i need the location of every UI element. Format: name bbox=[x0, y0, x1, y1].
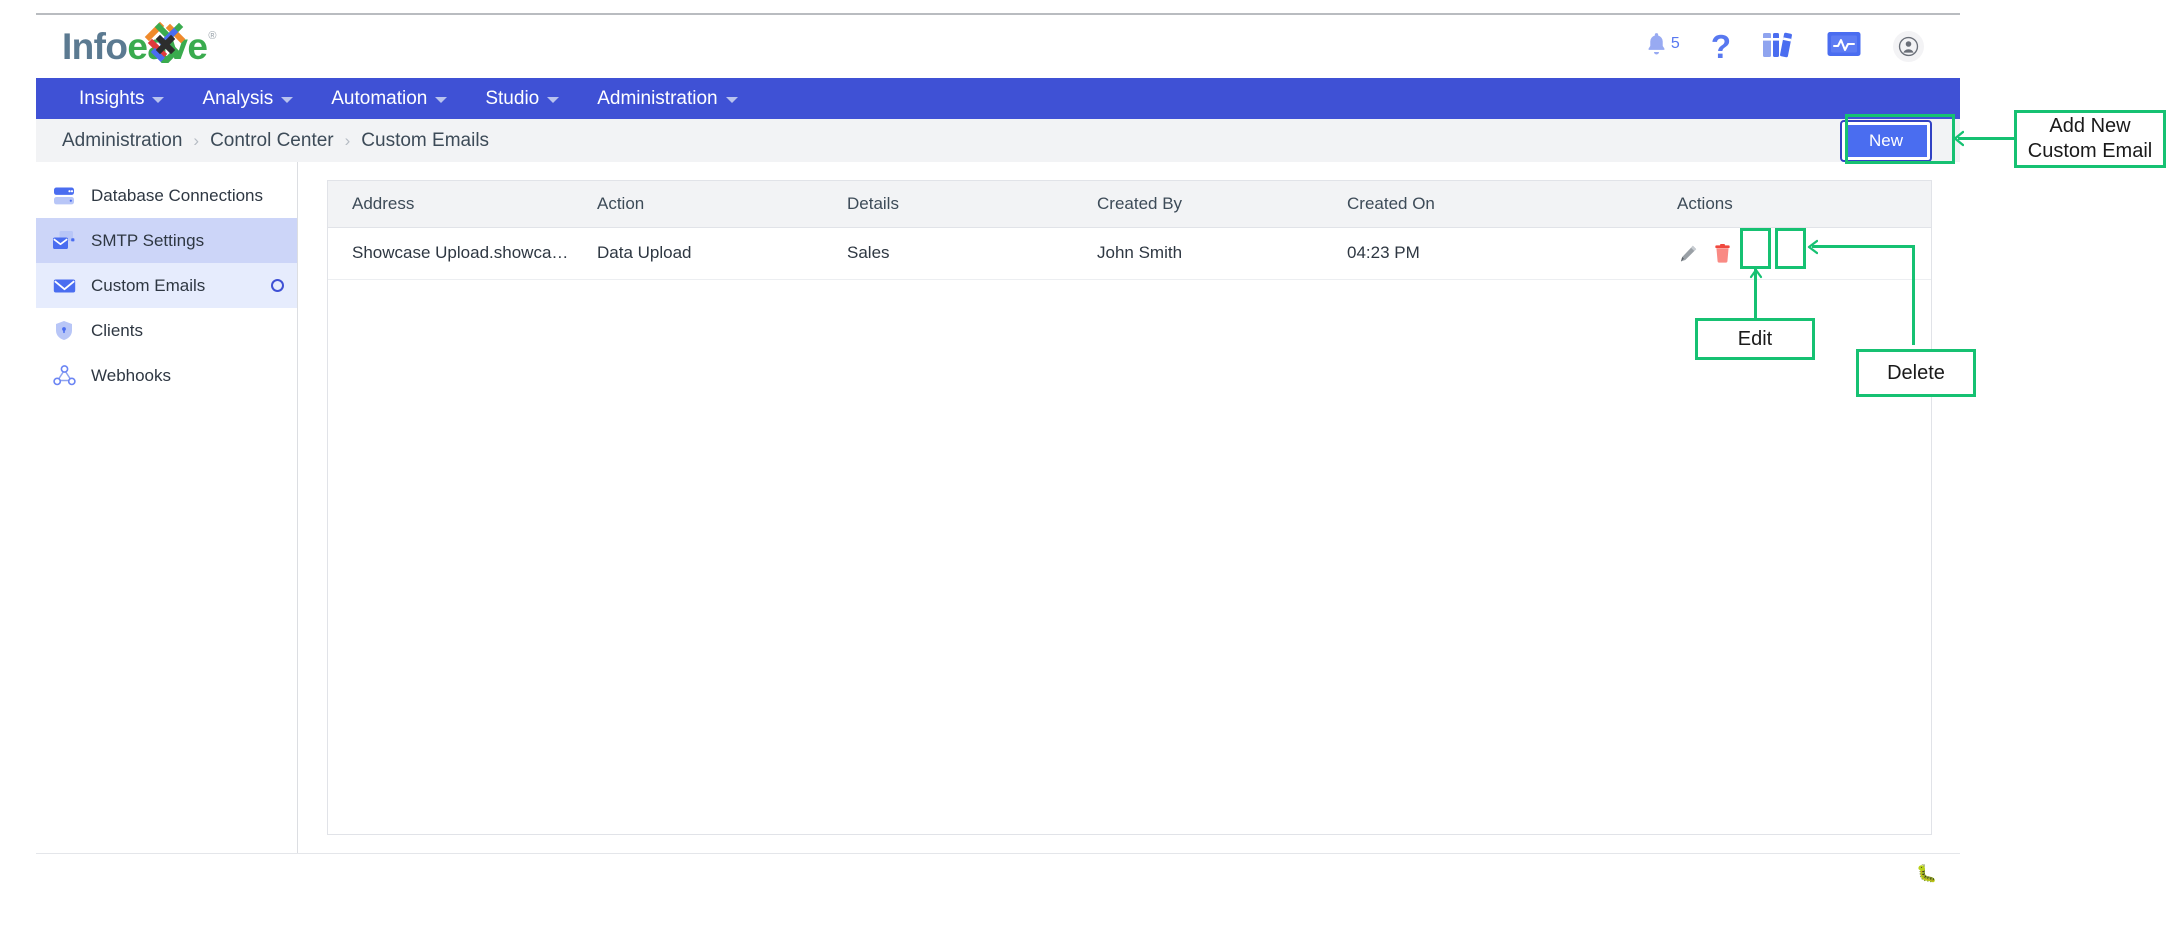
nav-label: Automation bbox=[331, 87, 428, 109]
annotation-connector-delete-horizontal bbox=[1812, 245, 1915, 248]
cell-created-on: 04:23 PM bbox=[1323, 227, 1653, 280]
infoweave-logo[interactable]: Info eave ® bbox=[62, 21, 217, 68]
cell-action: Data Upload bbox=[573, 227, 823, 280]
sidebar-item-label: Webhooks bbox=[91, 365, 172, 385]
monitor-activity-icon bbox=[1826, 30, 1862, 63]
annotation-arrowhead-add-new bbox=[1952, 130, 1965, 147]
chevron-down-icon bbox=[281, 97, 294, 103]
bug-icon[interactable]: 🐛 bbox=[1916, 865, 1937, 882]
annotation-box-edit-icon bbox=[1740, 228, 1771, 269]
annotation-label-delete: Delete bbox=[1856, 349, 1976, 397]
notifications-button[interactable]: 5 bbox=[1644, 31, 1680, 63]
breadcrumb-item-control-center[interactable]: Control Center bbox=[210, 130, 334, 152]
nav-item-automation[interactable]: Automation bbox=[312, 78, 466, 119]
annotation-arrowhead-delete bbox=[1806, 239, 1819, 255]
custom-emails-table-card: Address Action Details Created By Create… bbox=[327, 180, 1932, 835]
brand-header: Info eave ® 5 ? bbox=[36, 15, 1960, 78]
selected-indicator-ring-icon bbox=[271, 279, 284, 292]
table-header-row: Address Action Details Created By Create… bbox=[328, 181, 1931, 228]
sidebar-item-label: Database Connections bbox=[91, 185, 264, 205]
activity-monitor-button[interactable] bbox=[1826, 30, 1862, 63]
help-question-icon: ? bbox=[1710, 27, 1731, 65]
nav-item-analysis[interactable]: Analysis bbox=[183, 78, 312, 119]
breadcrumb: Administration › Control Center › Custom… bbox=[62, 130, 489, 152]
webhook-node-icon bbox=[52, 364, 76, 388]
nav-item-administration[interactable]: Administration bbox=[578, 78, 756, 119]
sidebar-item-smtp-settings[interactable]: SMTP Settings bbox=[36, 218, 297, 263]
settings-sidebar: Database Connections SMTP Settings Custo… bbox=[36, 162, 298, 853]
chevron-down-icon bbox=[547, 97, 560, 103]
delete-trash-icon[interactable] bbox=[1711, 242, 1733, 264]
sidebar-item-database-connections[interactable]: Database Connections bbox=[36, 173, 297, 218]
chevron-down-icon bbox=[152, 97, 165, 103]
screen-root: Info eave ® 5 ? Insights Analysis Automa… bbox=[0, 0, 2182, 944]
library-books-icon bbox=[1762, 30, 1795, 64]
logo-text-info: Info bbox=[62, 25, 128, 67]
column-header-action[interactable]: Action bbox=[573, 181, 823, 228]
table-row[interactable]: Showcase Upload.showcase@i… Data Upload … bbox=[328, 227, 1931, 280]
nav-item-studio[interactable]: Studio bbox=[466, 78, 578, 119]
cell-created-by: John Smith bbox=[1073, 227, 1323, 280]
column-header-created-on[interactable]: Created On bbox=[1323, 181, 1653, 228]
sidebar-item-webhooks[interactable]: Webhooks bbox=[36, 353, 297, 398]
library-button[interactable] bbox=[1762, 30, 1795, 64]
annotation-label-add-new-custom-email: Add New Custom Email bbox=[2014, 110, 2166, 168]
nav-label: Studio bbox=[485, 87, 540, 109]
breadcrumb-bar: Administration › Control Center › Custom… bbox=[36, 119, 1960, 162]
chevron-down-icon bbox=[725, 97, 738, 103]
sidebar-item-label: SMTP Settings bbox=[91, 230, 205, 250]
annotation-text: Edit bbox=[1737, 327, 1773, 350]
annotation-line-2: Custom Email bbox=[2027, 140, 2153, 162]
footer-divider-rule bbox=[36, 853, 1960, 854]
nav-item-insights[interactable]: Insights bbox=[60, 78, 183, 119]
sidebar-item-clients[interactable]: Clients bbox=[36, 308, 297, 353]
nav-label: Insights bbox=[79, 87, 145, 109]
envelope-icon bbox=[52, 274, 76, 298]
nav-label: Analysis bbox=[202, 87, 274, 109]
user-account-button[interactable] bbox=[1893, 31, 1924, 62]
nav-label: Administration bbox=[597, 87, 718, 109]
sidebar-item-label: Custom Emails bbox=[91, 275, 206, 295]
notifications-bell-icon bbox=[1644, 31, 1669, 63]
custom-emails-table: Address Action Details Created By Create… bbox=[328, 181, 1931, 280]
cell-address: Showcase Upload.showcase@i… bbox=[328, 227, 573, 280]
annotation-connector-delete-vertical bbox=[1912, 245, 1915, 345]
column-header-actions: Actions bbox=[1653, 181, 1931, 228]
sidebar-item-label: Clients bbox=[91, 320, 143, 340]
notifications-count-badge: 5 bbox=[1670, 34, 1680, 52]
breadcrumb-separator-icon: › bbox=[344, 131, 351, 150]
avatar bbox=[1893, 31, 1924, 62]
annotation-connector-add-new bbox=[1958, 137, 2015, 140]
breadcrumb-separator-icon: › bbox=[193, 131, 200, 150]
help-button[interactable]: ? bbox=[1710, 27, 1731, 65]
header-icon-group: 5 ? bbox=[1644, 30, 1932, 64]
edit-pencil-icon[interactable] bbox=[1677, 242, 1699, 264]
column-header-created-by[interactable]: Created By bbox=[1073, 181, 1323, 228]
content-body: Database Connections SMTP Settings Custo… bbox=[36, 162, 1960, 853]
breadcrumb-item-administration[interactable]: Administration bbox=[62, 130, 182, 152]
chevron-down-icon bbox=[435, 97, 448, 103]
annotation-text: Delete bbox=[1887, 361, 1945, 384]
annotation-label-edit: Edit bbox=[1695, 318, 1815, 360]
smtp-mail-icon bbox=[52, 229, 76, 253]
main-content: Address Action Details Created By Create… bbox=[298, 162, 1960, 853]
database-icon bbox=[52, 184, 76, 208]
shield-icon bbox=[52, 319, 76, 343]
annotation-arrowhead-edit bbox=[1749, 266, 1763, 279]
annotation-box-new-button bbox=[1845, 114, 1955, 164]
annotation-box-delete-icon bbox=[1775, 228, 1806, 269]
annotation-line-1: Add New bbox=[2049, 115, 2131, 137]
application-window: Info eave ® 5 ? Insights Analysis Automa… bbox=[36, 15, 1960, 853]
woven-w-logo-icon bbox=[143, 21, 189, 66]
registered-trademark-mark: ® bbox=[208, 29, 217, 42]
cell-details: Sales bbox=[823, 227, 1073, 280]
breadcrumb-item-custom-emails[interactable]: Custom Emails bbox=[361, 130, 489, 152]
main-navigation: Insights Analysis Automation Studio Admi… bbox=[36, 78, 1960, 119]
column-header-address[interactable]: Address bbox=[328, 181, 573, 228]
column-header-details[interactable]: Details bbox=[823, 181, 1073, 228]
sidebar-item-custom-emails[interactable]: Custom Emails bbox=[36, 263, 297, 308]
